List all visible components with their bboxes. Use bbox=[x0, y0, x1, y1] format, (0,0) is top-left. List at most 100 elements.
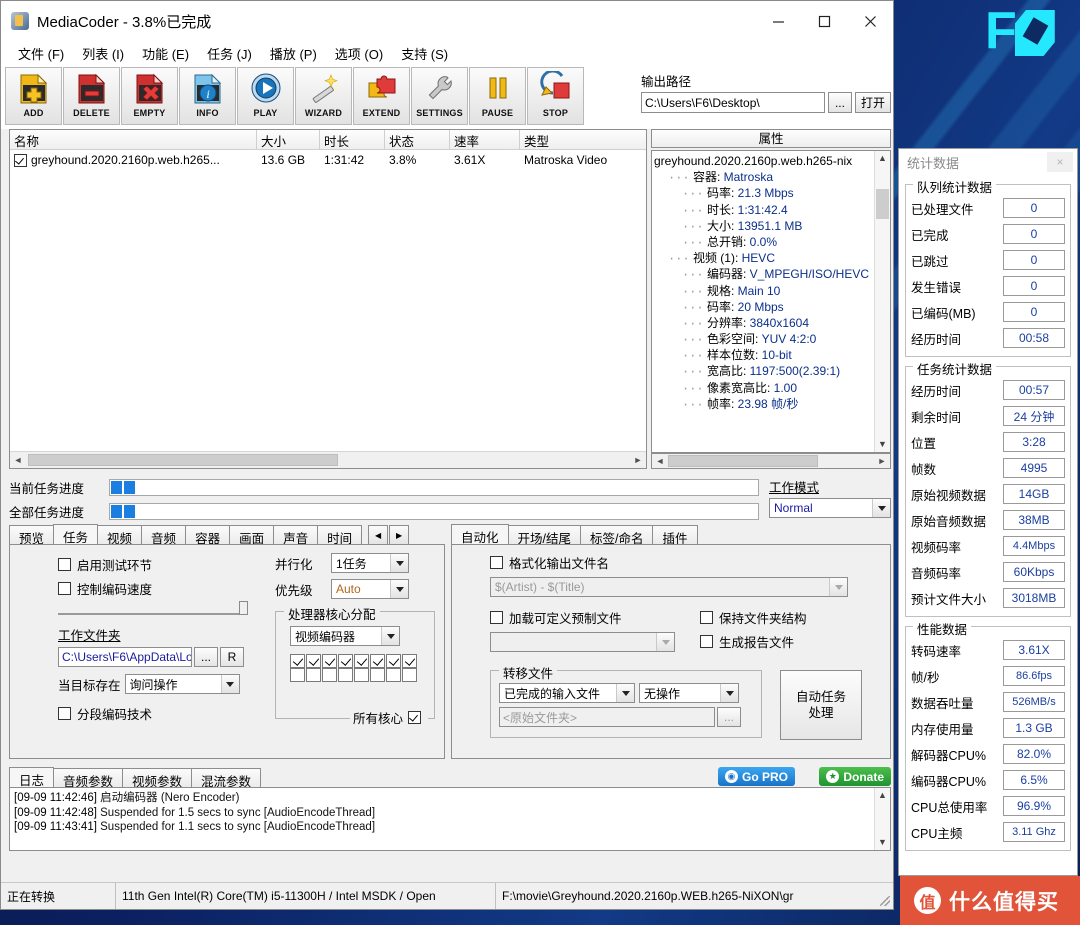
properties-tree[interactable]: greyhound.2020.2160p.web.h265-nix··· 容器:… bbox=[651, 150, 891, 453]
format-pattern-select[interactable]: $(Artist) - $(Title) bbox=[490, 577, 848, 597]
scroll-down-icon[interactable]: ▼ bbox=[875, 437, 890, 452]
core-checkbox[interactable] bbox=[290, 668, 305, 682]
close-button[interactable] bbox=[847, 1, 893, 41]
tab-video[interactable]: 视频 bbox=[97, 525, 142, 545]
toolbar-extend-button[interactable]: EXTEND bbox=[353, 67, 410, 125]
properties-vscrollbar[interactable]: ▲ ▼ bbox=[874, 151, 890, 452]
column-header-size[interactable]: 大小 bbox=[257, 130, 320, 149]
log-vscrollbar[interactable]: ▲ ▼ bbox=[874, 788, 890, 850]
column-header-rate[interactable]: 速率 bbox=[450, 130, 520, 149]
target-exists-select[interactable]: 询问操作 bbox=[125, 674, 240, 694]
menu-item-options[interactable]: 选项 (O) bbox=[326, 42, 392, 65]
tab-preview[interactable]: 预览 bbox=[9, 525, 54, 545]
core-checkbox[interactable] bbox=[338, 668, 353, 682]
segment-encode-checkbox[interactable]: 分段编码技术 bbox=[58, 704, 248, 723]
property-node[interactable]: ··· 色彩空间: YUV 4:2:0 bbox=[654, 331, 890, 347]
menu-item-file[interactable]: 文件 (F) bbox=[9, 42, 73, 65]
move-action-select[interactable]: 无操作 bbox=[639, 683, 739, 703]
core-target-select[interactable]: 视频编码器 bbox=[290, 626, 400, 646]
auto-task-button[interactable]: 自动任务 处理 bbox=[780, 670, 862, 740]
core-checkbox[interactable] bbox=[322, 654, 337, 668]
property-node[interactable]: ··· 规格: Main 10 bbox=[654, 283, 890, 299]
chevron-down-icon[interactable] bbox=[656, 633, 674, 651]
prop-scroll-right-icon[interactable]: ► bbox=[874, 456, 890, 466]
core-checkbox[interactable] bbox=[354, 654, 369, 668]
work-mode-select[interactable]: Normal bbox=[769, 498, 891, 518]
tab-video-params[interactable]: 视频参数 bbox=[122, 768, 192, 788]
tab-next-icon[interactable]: ▶ bbox=[389, 525, 409, 545]
file-row-checkbox[interactable] bbox=[14, 154, 27, 167]
scroll-left-icon[interactable]: ◄ bbox=[10, 455, 26, 465]
tab-intro-outro[interactable]: 开场/结尾 bbox=[508, 525, 581, 545]
table-row[interactable]: greyhound.2020.2160p.web.h265... 13.6 GB… bbox=[10, 150, 646, 170]
property-node[interactable]: ··· 视频 (1): HEVC bbox=[654, 250, 890, 266]
encode-speed-slider[interactable] bbox=[58, 603, 248, 615]
property-node[interactable]: ··· 分辨率: 3840x1604 bbox=[654, 315, 890, 331]
menu-item-list[interactable]: 列表 (I) bbox=[73, 42, 133, 65]
file-list-scroll-thumb[interactable] bbox=[28, 454, 338, 466]
property-node[interactable]: ··· 码率: 20 Mbps bbox=[654, 299, 890, 315]
property-node[interactable]: ··· 总开销: 0.0% bbox=[654, 234, 890, 250]
properties-scroll-thumb[interactable] bbox=[876, 189, 889, 219]
tab-sound[interactable]: 声音 bbox=[273, 525, 318, 545]
toolbar-wizard-button[interactable]: WIZARD bbox=[295, 67, 352, 125]
menu-item-support[interactable]: 支持 (S) bbox=[392, 42, 457, 65]
work-folder-browse-button[interactable]: ... bbox=[194, 647, 218, 667]
work-folder-reset-button[interactable]: R bbox=[220, 647, 244, 667]
scroll-up-icon[interactable]: ▲ bbox=[875, 151, 890, 166]
chevron-down-icon[interactable] bbox=[829, 578, 847, 596]
log-scroll-down-icon[interactable]: ▼ bbox=[875, 835, 890, 850]
output-path-browse-button[interactable]: ... bbox=[828, 92, 852, 113]
property-node[interactable]: ··· 样本位数: 10-bit bbox=[654, 347, 890, 363]
statistics-close-icon[interactable]: × bbox=[1047, 152, 1073, 172]
move-dest-browse-button[interactable]: ... bbox=[717, 707, 741, 727]
minimize-button[interactable] bbox=[755, 1, 801, 41]
property-node[interactable]: ··· 帧率: 23.98 帧/秒 bbox=[654, 396, 890, 412]
prop-scroll-left-icon[interactable]: ◄ bbox=[652, 456, 668, 466]
output-path-open-button[interactable]: 打开 bbox=[855, 92, 891, 113]
toolbar-add-button[interactable]: ADD bbox=[5, 67, 62, 125]
prop-scroll-thumb[interactable] bbox=[668, 455, 818, 467]
preset-select[interactable] bbox=[490, 632, 675, 652]
property-node[interactable]: greyhound.2020.2160p.web.h265-nix bbox=[654, 153, 890, 169]
log-scroll-up-icon[interactable]: ▲ bbox=[875, 788, 890, 803]
core-checkbox[interactable] bbox=[306, 654, 321, 668]
chevron-down-icon[interactable] bbox=[390, 554, 408, 572]
property-node[interactable]: ··· 宽高比: 1197:500(2.39:1) bbox=[654, 363, 890, 379]
chevron-down-icon[interactable] bbox=[872, 499, 890, 517]
column-header-status[interactable]: 状态 bbox=[385, 130, 450, 149]
property-node[interactable]: ··· 码率: 21.3 Mbps bbox=[654, 185, 890, 201]
parallel-select[interactable]: 1任务 bbox=[331, 553, 409, 573]
work-folder-input[interactable]: C:\Users\F6\AppData\Local\ bbox=[58, 647, 192, 667]
keep-folder-structure-checkbox[interactable]: 保持文件夹结构 bbox=[700, 608, 870, 627]
move-source-select[interactable]: 已完成的输入文件 bbox=[499, 683, 635, 703]
core-checkbox[interactable] bbox=[386, 654, 401, 668]
core-checkbox[interactable] bbox=[290, 654, 305, 668]
tab-prev-icon[interactable]: ◀ bbox=[368, 525, 388, 545]
core-checkbox[interactable] bbox=[370, 668, 385, 682]
tab-automation[interactable]: 自动化 bbox=[451, 524, 509, 545]
donate-button[interactable]: ★ Donate bbox=[819, 767, 891, 786]
property-node[interactable]: ··· 像素宽高比: 1.00 bbox=[654, 380, 890, 396]
chevron-down-icon[interactable] bbox=[720, 684, 738, 702]
load-preset-checkbox[interactable]: 加载可定义预制文件 bbox=[490, 608, 700, 627]
move-dest-input[interactable]: <原始文件夹> bbox=[499, 707, 715, 727]
core-checkbox[interactable] bbox=[338, 654, 353, 668]
enable-test-checkbox[interactable]: 启用测试环节 bbox=[58, 555, 248, 574]
column-header-type[interactable]: 类型 bbox=[520, 130, 646, 149]
toolbar-play-button[interactable]: PLAY bbox=[237, 67, 294, 125]
core-checkbox[interactable] bbox=[402, 668, 417, 682]
log-output[interactable]: [09-09 11:42:46] 启动编码器 (Nero Encoder) [0… bbox=[9, 787, 891, 851]
menu-item-feature[interactable]: 功能 (E) bbox=[133, 42, 198, 65]
property-node[interactable]: ··· 编码器: V_MPEGH/ISO/HEVC bbox=[654, 266, 890, 282]
core-checkbox[interactable] bbox=[386, 668, 401, 682]
tab-task[interactable]: 任务 bbox=[53, 524, 98, 545]
column-header-name[interactable]: 名称 bbox=[10, 130, 257, 149]
tab-audio-params[interactable]: 音频参数 bbox=[53, 768, 123, 788]
core-checkbox[interactable] bbox=[354, 668, 369, 682]
tab-mux-params[interactable]: 混流参数 bbox=[191, 768, 261, 788]
tab-plugins[interactable]: 插件 bbox=[652, 525, 697, 545]
tab-time[interactable]: 时间 bbox=[317, 525, 362, 545]
toolbar-stop-button[interactable]: STOP bbox=[527, 67, 584, 125]
core-checkbox[interactable] bbox=[306, 668, 321, 682]
